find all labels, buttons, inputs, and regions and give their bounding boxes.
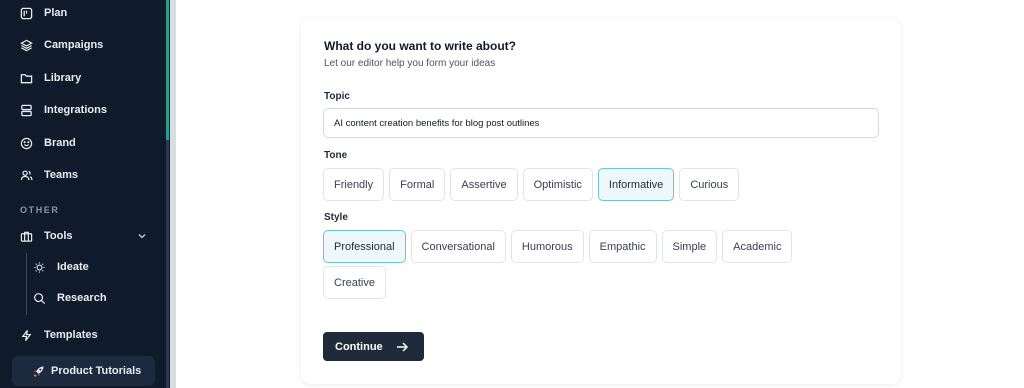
sidebar-item-templates[interactable]: Templates: [20, 325, 98, 345]
rocket-icon: [33, 365, 44, 377]
chevron-down-icon[interactable]: [136, 230, 148, 242]
product-tutorials-label: Product Tutorials: [51, 365, 142, 377]
sidebar: Plan Campaigns Library Integrations Bran…: [0, 0, 170, 388]
sidebar-item-campaigns[interactable]: Campaigns: [20, 35, 103, 55]
sidebar-item-label: Brand: [44, 137, 76, 149]
write-about-card: What do you want to write about? Let our…: [301, 18, 901, 384]
lightning-icon: [21, 329, 32, 341]
style-chip-simple[interactable]: Simple: [661, 230, 718, 263]
sidebar-scrollbar-thumb[interactable]: [166, 0, 169, 140]
style-chip-empathic[interactable]: Empathic: [588, 230, 657, 263]
folder-icon: [20, 73, 33, 83]
tone-chip-assertive[interactable]: Assertive: [450, 168, 518, 201]
sidebar-item-label: Plan: [44, 7, 68, 19]
tone-options: Friendly Formal Assertive Optimistic Inf…: [323, 168, 740, 201]
integrations-icon: [21, 104, 32, 116]
style-options-row-2: Creative: [323, 266, 386, 299]
style-chip-humorous[interactable]: Humorous: [510, 230, 584, 263]
sidebar-item-label: Templates: [44, 329, 98, 341]
style-options-row-1: Professional Conversational Humorous Emp…: [323, 230, 793, 263]
sidebar-item-tools[interactable]: Tools: [20, 226, 73, 246]
sidebar-item-ideate[interactable]: Ideate: [33, 257, 89, 277]
sidebar-item-label: Teams: [44, 169, 79, 181]
users-icon: [20, 169, 33, 180]
sidebar-item-teams[interactable]: Teams: [20, 165, 78, 185]
card-subtitle: Let our editor help you form your ideas: [324, 58, 496, 69]
sidebar-section-other: OTHER: [20, 205, 60, 215]
tone-label: Tone: [324, 150, 348, 161]
arrow-right-icon: [396, 341, 408, 352]
tools-submenu-line: [26, 253, 27, 315]
sidebar-item-label: Tools: [44, 230, 73, 242]
sidebar-item-integrations[interactable]: Integrations: [20, 100, 107, 120]
sidebar-item-plan[interactable]: Plan: [20, 3, 67, 23]
style-chip-creative[interactable]: Creative: [323, 266, 386, 299]
continue-button[interactable]: Continue: [323, 332, 424, 361]
sidebar-item-brand[interactable]: Brand: [20, 133, 76, 153]
style-label: Style: [324, 212, 348, 223]
briefcase-icon: [20, 231, 33, 242]
card-title: What do you want to write about?: [324, 39, 516, 53]
sidebar-item-label: Ideate: [57, 261, 89, 273]
style-chip-conversational[interactable]: Conversational: [410, 230, 506, 263]
tone-chip-optimistic[interactable]: Optimistic: [522, 168, 593, 201]
tone-chip-curious[interactable]: Curious: [679, 168, 740, 201]
tone-chip-formal[interactable]: Formal: [389, 168, 446, 201]
search-icon: [34, 292, 46, 304]
topic-label: Topic: [324, 91, 350, 102]
sidebar-item-label: Research: [57, 292, 107, 304]
product-tutorials-button[interactable]: Product Tutorials: [12, 356, 155, 386]
style-chip-academic[interactable]: Academic: [722, 230, 793, 263]
topic-input[interactable]: [323, 108, 879, 138]
sidebar-item-label: Integrations: [44, 104, 107, 116]
sidebar-item-label: Library: [44, 72, 82, 84]
style-chip-professional[interactable]: Professional: [323, 230, 406, 263]
lightbulb-icon: [34, 261, 45, 273]
plan-icon: [20, 7, 33, 19]
layers-icon: [20, 39, 33, 51]
tone-chip-informative[interactable]: Informative: [597, 168, 675, 201]
sidebar-item-research[interactable]: Research: [33, 288, 107, 308]
sidebar-item-library[interactable]: Library: [20, 68, 81, 88]
smiley-icon: [20, 137, 33, 149]
continue-label: Continue: [335, 340, 383, 353]
sidebar-item-label: Campaigns: [44, 39, 104, 51]
tone-chip-friendly[interactable]: Friendly: [323, 168, 385, 201]
